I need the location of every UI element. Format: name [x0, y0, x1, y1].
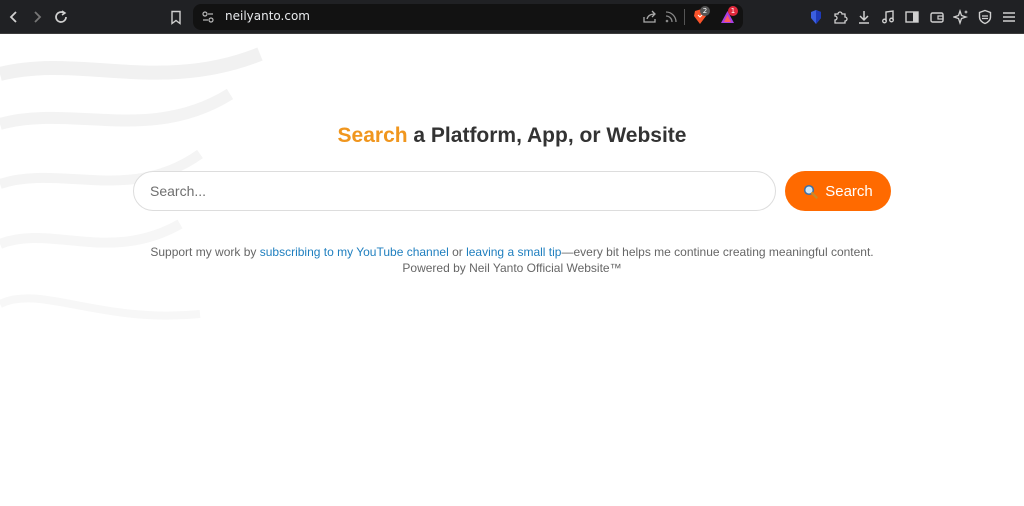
vpn-button[interactable] [975, 7, 995, 27]
share-icon[interactable] [642, 10, 658, 24]
leo-ai-button[interactable] [951, 7, 971, 27]
puzzle-icon [834, 11, 848, 24]
extensions-button[interactable] [830, 7, 850, 27]
browser-toolbar: neilyanto.com 2 1 [0, 0, 1024, 34]
music-note-icon [882, 10, 894, 24]
back-button[interactable] [4, 7, 24, 27]
sidebar-icon [905, 11, 919, 23]
tip-link[interactable]: leaving a small tip [466, 245, 561, 259]
search-input[interactable] [133, 171, 776, 211]
divider [684, 9, 685, 25]
vpn-extension-button[interactable] [806, 7, 826, 27]
search-icon [804, 184, 818, 199]
heading-text: a Platform, App, or Website [407, 124, 687, 147]
wallet-button[interactable] [927, 7, 947, 27]
site-settings-icon[interactable] [201, 10, 215, 24]
support-suffix: —every bit helps me continue creating me… [561, 245, 874, 259]
brave-rewards-button[interactable]: 1 [720, 6, 738, 25]
support-line: Support my work by subscribing to my You… [0, 244, 1024, 260]
sparkle-icon [953, 9, 969, 25]
search-button[interactable]: Search [785, 171, 891, 211]
hamburger-menu-icon [1003, 12, 1015, 22]
shield-icon [978, 9, 992, 25]
reload-button[interactable] [51, 7, 71, 27]
download-icon [859, 11, 869, 24]
support-message: Support my work by subscribing to my You… [0, 244, 1024, 276]
heading-accent: Search [337, 124, 408, 147]
menu-button[interactable] [999, 7, 1019, 27]
rss-icon[interactable] [665, 11, 677, 23]
downloads-button[interactable] [854, 7, 874, 27]
rewards-count-badge: 1 [728, 6, 738, 16]
search-button-label: Search [825, 182, 873, 200]
address-bar[interactable]: neilyanto.com 2 1 [193, 4, 743, 30]
chevron-right-icon [34, 11, 42, 23]
blue-shield-icon [811, 10, 821, 24]
powered-by-text: Powered by Neil Yanto Official Website™ [402, 261, 622, 275]
shield-count-badge: 2 [700, 6, 710, 16]
chevron-left-icon [9, 11, 17, 23]
url-text: neilyanto.com [225, 9, 310, 23]
support-prefix: Support my work by [150, 245, 260, 259]
wallet-icon [930, 12, 944, 23]
bookmark-button[interactable] [166, 7, 186, 27]
page-heading: Search a Platform, App, or Website [0, 124, 1024, 148]
support-middle: or [448, 245, 467, 259]
brave-shield-button[interactable]: 2 [693, 6, 710, 25]
sidebar-toggle-button[interactable] [902, 7, 922, 27]
media-button[interactable] [878, 7, 898, 27]
reload-icon [55, 10, 67, 23]
forward-button[interactable] [27, 7, 47, 27]
bookmark-icon [171, 10, 181, 25]
youtube-subscribe-link[interactable]: subscribing to my YouTube channel [260, 245, 449, 259]
